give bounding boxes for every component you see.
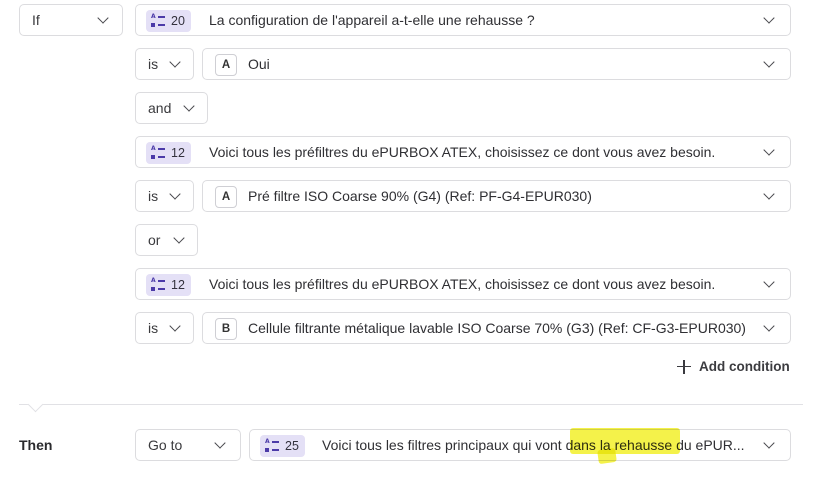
- operator-label: is: [148, 320, 159, 336]
- if-select[interactable]: If: [19, 4, 123, 36]
- question-text: Voici tous les préfiltres du ePURBOX ATE…: [209, 276, 716, 292]
- action-select[interactable]: Go to: [135, 429, 241, 461]
- answer-text: Oui: [248, 56, 270, 72]
- operator-label: is: [148, 188, 159, 204]
- connector-label: or: [148, 232, 161, 248]
- multiple-choice-icon: A: [151, 146, 165, 160]
- multiple-choice-icon: A: [265, 439, 279, 453]
- highlighter-annotation: [570, 428, 680, 454]
- condition-question-select[interactable]: A 12 Voici tous les préfiltres du ePURBO…: [135, 268, 791, 300]
- question-badge: A 20: [146, 10, 191, 32]
- question-text: Voici tous les préfiltres du ePURBOX ATE…: [209, 144, 716, 160]
- chevron-down-icon: [97, 12, 109, 24]
- target-question-select[interactable]: A 25 Voici tous les filtres principaux q…: [249, 429, 791, 461]
- connector-select-or[interactable]: or: [135, 224, 198, 256]
- multiple-choice-icon: A: [151, 278, 165, 292]
- question-number: 12: [171, 278, 185, 292]
- target-question-text: Voici tous les filtres principaux qui vo…: [322, 437, 745, 453]
- chevron-down-icon: [214, 437, 226, 449]
- answer-select[interactable]: A Pré filtre ISO Coarse 90% (G4) (Ref: P…: [202, 180, 791, 212]
- answer-select[interactable]: B Cellule filtrante métalique lavable IS…: [202, 312, 791, 344]
- plus-icon: [677, 359, 691, 374]
- answer-letter-badge: B: [215, 318, 237, 340]
- add-condition-label: Add condition: [699, 359, 790, 374]
- chevron-down-icon: [763, 320, 775, 332]
- chevron-down-icon: [173, 232, 185, 244]
- question-badge: A 25: [260, 435, 305, 457]
- answer-select[interactable]: A Oui: [202, 48, 791, 80]
- answer-text: Cellule filtrante métalique lavable ISO …: [248, 320, 746, 336]
- add-condition-button[interactable]: Add condition: [677, 359, 790, 374]
- operator-label: is: [148, 56, 159, 72]
- answer-letter-badge: A: [215, 186, 237, 208]
- action-label: Go to: [148, 437, 183, 453]
- operator-select[interactable]: is: [135, 312, 194, 344]
- question-number: 25: [285, 439, 299, 453]
- chevron-down-icon: [183, 100, 195, 112]
- chevron-down-icon: [763, 437, 775, 449]
- highlighter-annotation-tail: [597, 447, 617, 465]
- chevron-down-icon: [169, 320, 181, 332]
- section-divider: [19, 404, 803, 405]
- then-label: Then: [19, 437, 53, 453]
- multiple-choice-icon: A: [151, 14, 165, 28]
- answer-letter-badge: A: [215, 54, 237, 76]
- connector-select-and[interactable]: and: [135, 92, 208, 124]
- connector-label: and: [148, 100, 172, 116]
- operator-select[interactable]: is: [135, 180, 194, 212]
- chevron-down-icon: [763, 188, 775, 200]
- chevron-down-icon: [169, 56, 181, 68]
- if-label: If: [32, 12, 40, 28]
- chevron-down-icon: [763, 56, 775, 68]
- chevron-down-icon: [763, 12, 775, 24]
- chevron-down-icon: [763, 144, 775, 156]
- operator-select[interactable]: is: [135, 48, 194, 80]
- condition-question-select[interactable]: A 12 Voici tous les préfiltres du ePURBO…: [135, 136, 791, 168]
- question-number: 20: [171, 14, 185, 28]
- chevron-down-icon: [763, 276, 775, 288]
- answer-text: Pré filtre ISO Coarse 90% (G4) (Ref: PF-…: [248, 188, 592, 204]
- chevron-down-icon: [169, 188, 181, 200]
- divider-notch: [27, 396, 44, 413]
- question-badge: A 12: [146, 142, 191, 164]
- condition-question-select[interactable]: A 20 La configuration de l'appareil a-t-…: [135, 4, 791, 36]
- question-badge: A 12: [146, 274, 191, 296]
- question-text: La configuration de l'appareil a-t-elle …: [209, 12, 535, 28]
- question-number: 12: [171, 146, 185, 160]
